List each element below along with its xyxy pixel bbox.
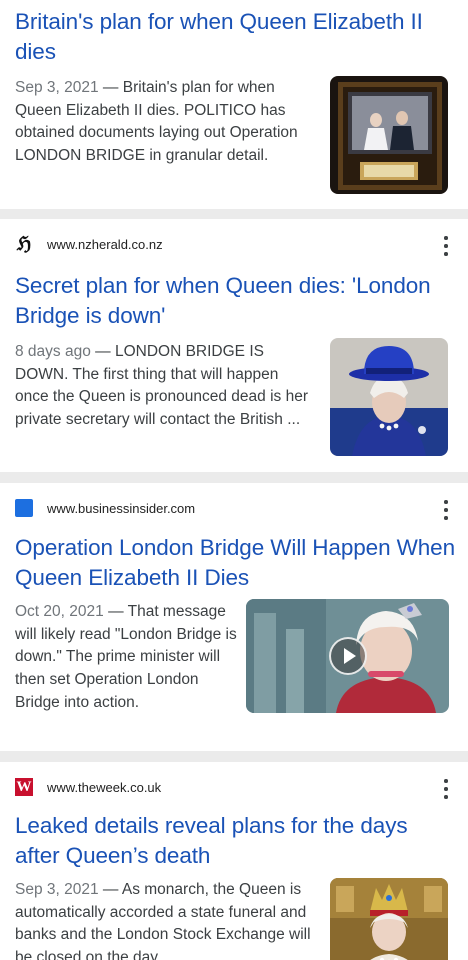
result-video-thumbnail[interactable] xyxy=(246,599,449,713)
result-date: Oct 20, 2021 xyxy=(15,603,104,620)
theweek-logo-glyph: W xyxy=(15,778,33,796)
search-result-4: W www.theweek.co.uk Leaked details revea… xyxy=(0,762,468,960)
result-title[interactable]: Britain's plan for when Queen Elizabeth … xyxy=(15,7,445,67)
date-separator: — xyxy=(90,343,115,360)
result-snippet: Sep 3, 2021 — As monarch, the Queen is a… xyxy=(15,879,313,960)
result-url: www.nzherald.co.nz xyxy=(47,236,163,252)
result-title[interactable]: Secret plan for when Queen dies: 'London… xyxy=(15,271,455,331)
search-result-3: www.businessinsider.com Operation London… xyxy=(0,483,468,751)
result-title[interactable]: Leaked details reveal plans for the days… xyxy=(15,811,455,871)
search-result-2: ℌ www.nzherald.co.nz Secret plan for whe… xyxy=(0,219,468,472)
date-separator: — xyxy=(103,603,128,620)
nzherald-logo-glyph: ℌ xyxy=(16,233,32,255)
result-thumbnail[interactable] xyxy=(330,338,448,456)
search-result-1: Britain's plan for when Queen Elizabeth … xyxy=(0,0,468,209)
result-thumbnail[interactable] xyxy=(330,878,448,960)
result-thumbnail[interactable] xyxy=(330,76,448,194)
more-options-icon[interactable] xyxy=(442,779,450,799)
result-url: www.businessinsider.com xyxy=(47,500,196,516)
date-separator: — xyxy=(98,881,122,898)
result-title[interactable]: Operation London Bridge Will Happen When… xyxy=(15,533,455,593)
result-date: 8 days ago xyxy=(15,343,91,360)
play-icon[interactable] xyxy=(328,637,367,675)
result-date: Sep 3, 2021 xyxy=(15,79,99,96)
more-options-icon[interactable] xyxy=(442,236,450,256)
result-source[interactable]: W www.theweek.co.uk xyxy=(15,776,161,798)
theweek-logo-icon: W xyxy=(15,778,33,796)
nzherald-logo-icon: ℌ xyxy=(15,233,33,255)
result-snippet: Sep 3, 2021 — Britain's plan for when Qu… xyxy=(15,77,313,168)
result-date: Sep 3, 2021 xyxy=(15,881,99,898)
date-separator: — xyxy=(98,79,123,96)
businessinsider-logo-icon xyxy=(15,499,33,517)
result-source[interactable]: ℌ www.nzherald.co.nz xyxy=(15,233,163,255)
result-snippet: Oct 20, 2021 — That message will likely … xyxy=(15,601,237,715)
result-snippet: 8 days ago — LONDON BRIDGE IS DOWN. The … xyxy=(15,341,313,432)
result-url: www.theweek.co.uk xyxy=(47,779,162,795)
more-options-icon[interactable] xyxy=(442,500,450,520)
result-source[interactable]: www.businessinsider.com xyxy=(15,497,195,519)
